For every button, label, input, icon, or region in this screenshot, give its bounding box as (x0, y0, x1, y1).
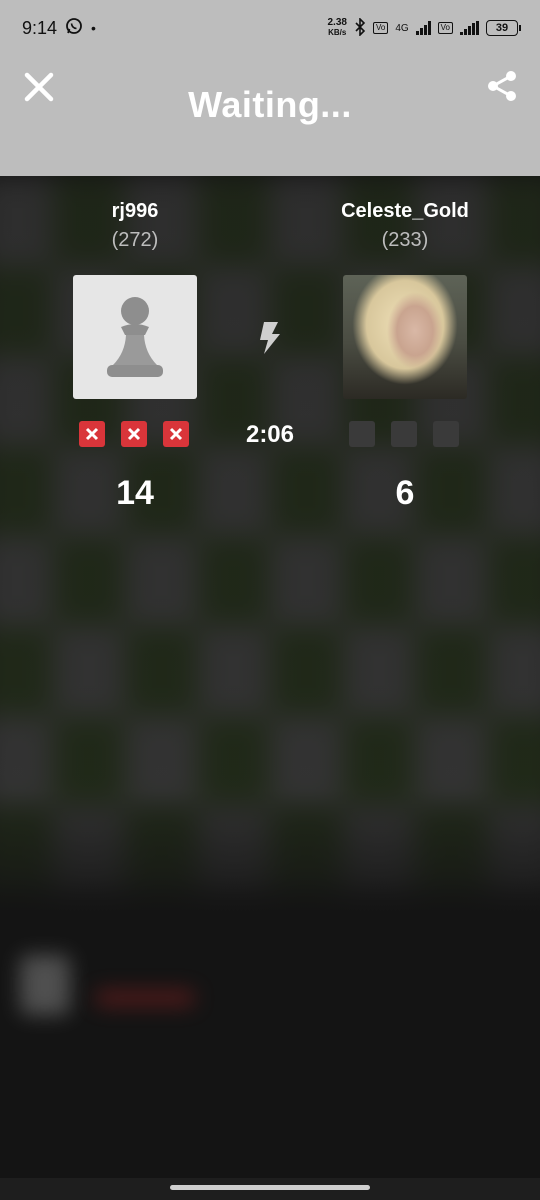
player-right-avatar[interactable] (343, 275, 467, 399)
player-left-info: rj996 (272) (60, 200, 210, 252)
player-left-marks (79, 421, 189, 447)
lightning-icon (254, 318, 286, 358)
notification-dot-icon: • (91, 20, 96, 36)
bluetooth-icon (354, 16, 366, 39)
player-right-marks (349, 421, 459, 447)
volte-icon-2: Vo (437, 22, 453, 34)
player-right-info: Celeste_Gold (233) (320, 200, 490, 252)
player-right-score: 6 (395, 474, 415, 512)
volte-icon: Vo (372, 22, 389, 34)
clock-time: 9:14 (22, 17, 58, 38)
page-title: Waiting... (188, 84, 352, 125)
signal-strength-icon-2 (460, 21, 479, 35)
player-left-score: 14 (116, 474, 154, 512)
network-speed: 2.38 KB/s (328, 18, 347, 38)
x-mark-icon (127, 427, 141, 441)
x-mark-icon (169, 427, 183, 441)
strike-mark (163, 421, 189, 447)
home-gesture-handle[interactable] (170, 1185, 370, 1190)
status-bar: 9:14 • 2.38 KB/s Vo 4G Vo 39 (0, 0, 540, 56)
player-left-avatar[interactable] (73, 275, 197, 399)
strike-mark (121, 421, 147, 447)
empty-mark (433, 421, 459, 447)
empty-mark (391, 421, 417, 447)
empty-mark (349, 421, 375, 447)
player-left-name: rj996 (111, 200, 159, 222)
speed-unit: KB/s (328, 28, 347, 37)
match-timer: 2:06 (245, 421, 295, 448)
battery-indicator: 39 (486, 20, 521, 36)
share-button[interactable] (484, 68, 520, 104)
whatsapp-icon (65, 17, 83, 40)
player-right-rating: (233) (381, 229, 429, 251)
x-mark-icon (85, 427, 99, 441)
game-screen: 9:14 • 2.38 KB/s Vo 4G Vo 39 Waiting... … (0, 0, 540, 1200)
header-bar: Waiting... (0, 56, 540, 176)
player-left-rating: (272) (111, 229, 159, 251)
network-type: 4G (395, 22, 409, 34)
blurred-piece (20, 955, 70, 1015)
player-right-name: Celeste_Gold (341, 200, 469, 222)
strike-mark (79, 421, 105, 447)
speed-value: 2.38 (327, 17, 347, 28)
blurred-bar (95, 990, 195, 1006)
share-icon (488, 71, 516, 101)
signal-strength-icon (415, 21, 431, 35)
pawn-icon (107, 297, 163, 377)
